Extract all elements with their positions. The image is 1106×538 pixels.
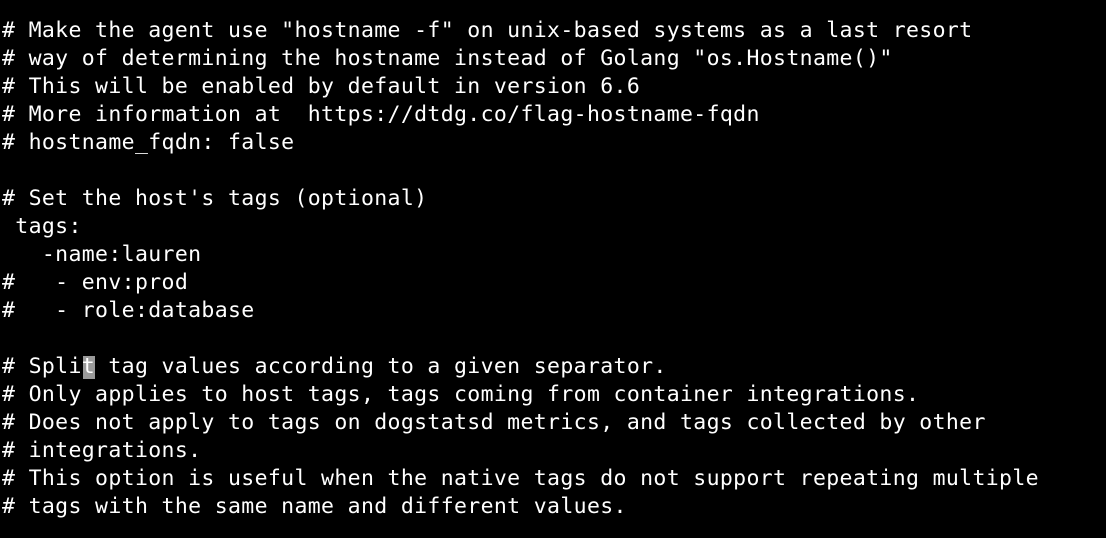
- editor-text-area[interactable]: # Make the agent use "hostname -f" on un…: [2, 17, 1039, 521]
- text-line: # integrations.: [2, 438, 202, 463]
- text-line: -name:lauren: [2, 242, 202, 267]
- text-line: # hostname_fqdn: false: [2, 130, 295, 155]
- text-line: # - env:prod: [2, 270, 189, 295]
- text-line: # Split tag values according to a given …: [2, 354, 667, 379]
- text-line: # Make the agent use "hostname -f" on un…: [2, 18, 973, 43]
- text-line: # tags with the same name and different …: [2, 494, 627, 519]
- cursor-line: [2, 325, 1039, 379]
- text-line: # - role:database: [2, 298, 255, 323]
- text-line: # This option is useful when the native …: [2, 466, 1039, 491]
- text-line: # More information at https://dtdg.co/fl…: [2, 102, 760, 127]
- text-line: [2, 157, 1039, 185]
- text-line: # Set the host's tags (optional): [2, 186, 428, 211]
- terminal-window[interactable]: # Make the agent use "hostname -f" on un…: [0, 0, 1106, 538]
- text-line: tags:: [2, 214, 82, 239]
- text-line: # Does not apply to tags on dogstatsd me…: [2, 410, 986, 435]
- text-line: # way of determining the hostname instea…: [2, 46, 893, 71]
- text-line: # This will be enabled by default in ver…: [2, 74, 641, 99]
- text-line: # Only applies to host tags, tags coming…: [2, 382, 920, 407]
